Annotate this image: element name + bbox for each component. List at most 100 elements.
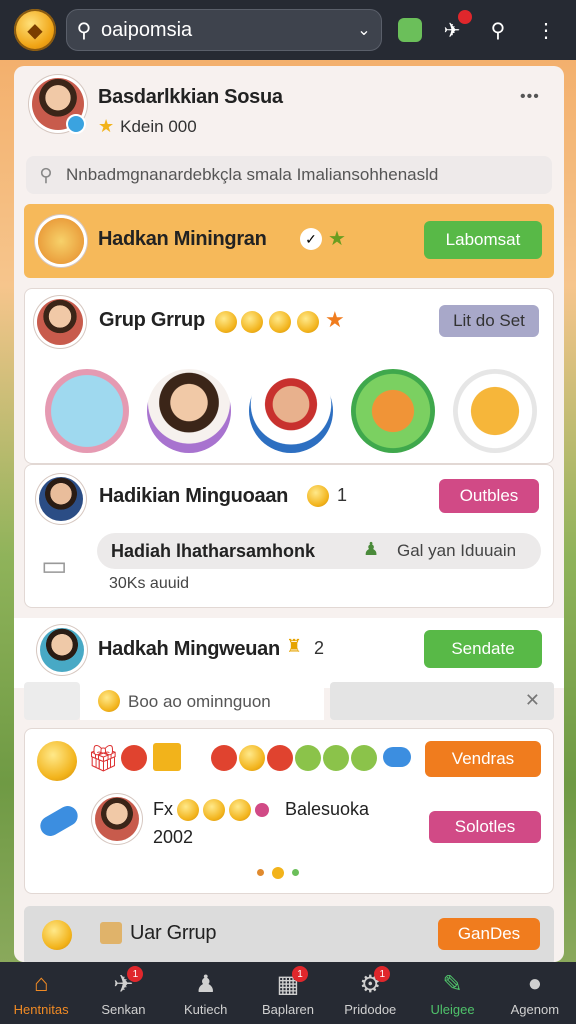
coin-icon — [267, 745, 293, 771]
profile-name: Basdarlkkian Sosua — [98, 86, 283, 108]
top-bar: ◆ ⚲ oaipomsia ⌄ ✈ ⚲ ⋮ — [0, 0, 576, 60]
coin-icon — [215, 311, 237, 333]
box-icon — [100, 922, 122, 944]
weekly-action-button-2[interactable]: Sendate — [424, 630, 542, 668]
nav-item-home[interactable]: ⌂ Hentnitas — [0, 962, 82, 1024]
reward-row[interactable]: Hadiah lhatharsamhonk ♟ Gal yan Iduuain — [97, 533, 541, 569]
comment-input[interactable]: Boo ao ominnguon — [80, 682, 324, 720]
edit-icon: ✎ — [442, 970, 463, 998]
nav-label: Hentnitas — [13, 1001, 69, 1017]
weekly-card-1: Hadikian Minguoaan 1 Outbles ▭ Hadiah lh… — [24, 464, 554, 608]
coin-icon — [229, 799, 251, 821]
story-person-2[interactable] — [249, 369, 333, 453]
carousel-dot[interactable] — [292, 869, 299, 876]
more-vert-icon[interactable]: ⋮ — [530, 14, 562, 46]
rewards-name: Balesuoka — [285, 799, 370, 819]
weekly-title-2: Hadkah Mingweuan — [98, 638, 280, 660]
coin-icon — [269, 311, 291, 333]
nav-item-calendar[interactable]: ▦ 1 Baplaren — [247, 962, 329, 1024]
weekly-action-button-1[interactable]: Outbles — [439, 479, 539, 513]
promo-icon — [38, 218, 84, 264]
gift-icon: ▭ — [41, 550, 68, 581]
nav-item-edit[interactable]: ✎ Uleigee — [411, 962, 493, 1024]
group-action-button[interactable]: Lit do Set — [439, 305, 539, 337]
story-game[interactable] — [351, 369, 435, 453]
rewards-button-1[interactable]: Vendras — [425, 741, 541, 777]
nav-label: Pridodoe — [344, 1001, 397, 1017]
group-title: Grup Grrup — [99, 309, 205, 331]
close-icon[interactable]: ✕ — [525, 690, 540, 711]
rocket-icon[interactable]: ✈ — [436, 10, 472, 46]
search-icon: ⚲ — [39, 164, 53, 185]
trophy-icon: ♜ — [286, 636, 303, 656]
people-icon: ♟ — [194, 970, 217, 998]
notification-badge — [458, 10, 472, 24]
top-search-field[interactable]: ⚲ oaipomsia ⌄ — [66, 9, 382, 51]
coin-icon — [239, 745, 265, 771]
map-icon[interactable] — [394, 14, 426, 46]
capsule-icon — [383, 747, 411, 767]
input-extra-field[interactable]: ✕ — [330, 682, 554, 720]
bottom-card-button[interactable]: GanDes — [438, 918, 540, 950]
nav-item-people[interactable]: ♟ Kutiech — [165, 962, 247, 1024]
bottom-card-title: Uar Grrup — [130, 922, 217, 944]
search-sparkle-icon[interactable]: ⚲ — [482, 14, 514, 46]
nav-label: Kutiech — [184, 1001, 228, 1017]
coin-icon — [121, 745, 147, 771]
carousel-dots[interactable] — [257, 867, 299, 879]
group-card: Grup Grrup ★ Lit do Set — [24, 288, 554, 464]
reward-subtitle: 30Ks auuid — [109, 575, 190, 592]
promo-banner[interactable]: Hadkan Miningran ✓ ★ Labomsat — [24, 204, 554, 278]
main-panel: Basdarlkkian Sosua ★ Kdein 000 ••• ⚲ Nnb… — [14, 66, 564, 962]
bottom-nav: ⌂ Hentnitas ✈ 1 Senkan ♟ Kutiech ▦ 1 Bap… — [0, 962, 576, 1024]
content-search-field[interactable]: ⚲ Nnbadmgnanardebkçla smala Imaliansohhe… — [26, 156, 552, 194]
coin-icon — [323, 745, 349, 771]
coin-icon — [295, 745, 321, 771]
story-mascot[interactable] — [453, 369, 537, 453]
carousel-dot[interactable] — [257, 869, 264, 876]
coin-icon — [211, 745, 237, 771]
big-coin-icon — [37, 741, 77, 781]
nav-item-announce[interactable]: ✈ 1 Senkan — [82, 962, 164, 1024]
nav-badge: 1 — [291, 966, 308, 982]
coin-icon — [98, 690, 120, 712]
rewards-avatar[interactable] — [95, 797, 139, 841]
nav-label: Baplaren — [261, 1001, 314, 1017]
carousel-dot-active[interactable] — [272, 867, 284, 879]
story-gift[interactable] — [45, 369, 129, 453]
story-person-1[interactable] — [147, 369, 231, 453]
promo-action-button[interactable]: Labomsat — [424, 221, 542, 259]
person-icon: ● — [527, 969, 543, 997]
coin-stack-icon — [42, 920, 72, 950]
profile-subtitle: Kdein 000 — [120, 116, 197, 136]
person-icon: ♟ — [363, 539, 380, 559]
rewards-year: 2002 — [153, 827, 194, 847]
nav-item-settings[interactable]: ⚙ 1 Pridodoe — [329, 962, 411, 1024]
group-avatar[interactable] — [37, 299, 83, 345]
star-icon: ★ — [325, 307, 345, 332]
app-logo-icon[interactable]: ◆ — [14, 9, 56, 51]
weekly-avatar-2[interactable] — [40, 628, 84, 672]
checkmark-icon: ✓ — [300, 228, 322, 250]
reward-side: Gal yan Iduuain — [397, 541, 517, 560]
weekly-avatar-1[interactable] — [39, 477, 83, 521]
box-icon — [153, 743, 181, 771]
home-icon: ⌂ — [33, 969, 49, 997]
nav-item-profile[interactable]: ● Agenom — [494, 962, 576, 1024]
coin-icon — [203, 799, 225, 821]
capsule-icon — [36, 802, 82, 840]
bottom-group-card[interactable]: Uar Grrup GanDes — [24, 906, 554, 962]
weekly-count-2: 2 — [314, 638, 325, 658]
rewards-button-2[interactable]: Solotles — [429, 811, 541, 843]
weekly-card-2: Hadkah Mingweuan ♜ 2 Sendate — [14, 618, 564, 688]
gift-icon: 🎁︎ — [87, 743, 121, 773]
more-options-button[interactable]: ••• — [520, 88, 540, 106]
coin-icon — [297, 311, 319, 333]
star-icon: ★ — [328, 228, 346, 250]
promo-title: Hadkan Miningran — [98, 228, 267, 250]
chevron-down-icon[interactable]: ⌄ — [347, 20, 381, 40]
nav-badge: 1 — [374, 966, 391, 982]
search-placeholder: Nnbadmgnanardebkçla smala Imaliansohhena… — [66, 165, 439, 184]
weekly-title-1: Hadikian Minguoaan — [99, 485, 289, 507]
profile-subtitle-row: ★ Kdein 000 — [98, 116, 197, 137]
